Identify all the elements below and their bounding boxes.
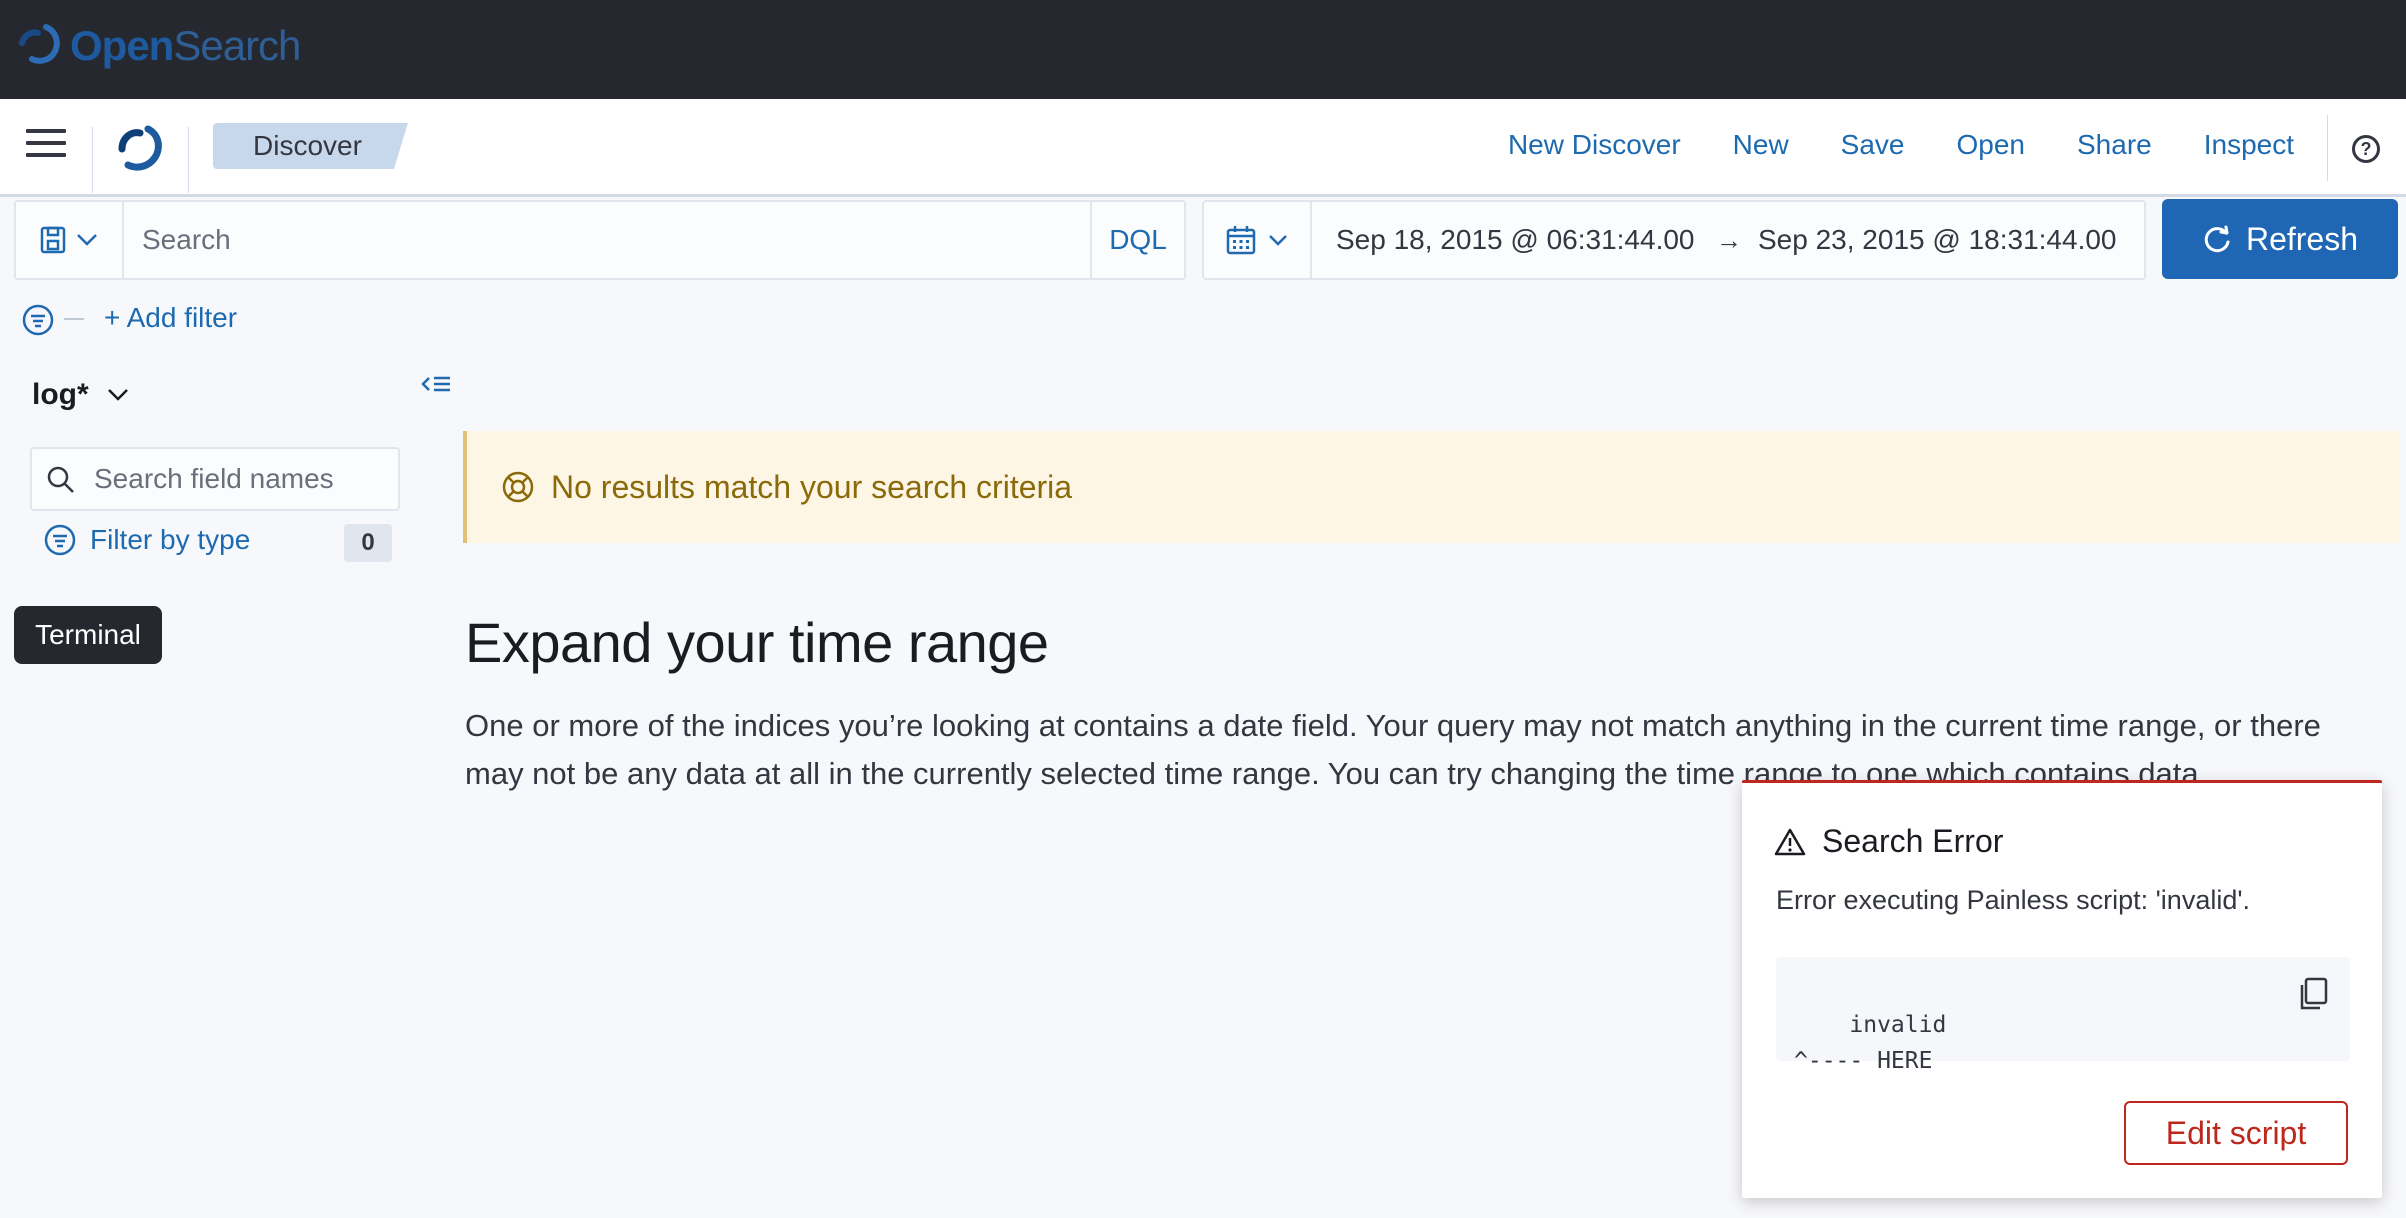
app-header: Discover New Discover New Save Open Shar…: [0, 99, 2406, 197]
filter-count-badge: 0: [344, 524, 392, 562]
expand-time-range-heading: Expand your time range: [465, 611, 1049, 674]
copy-icon[interactable]: [2298, 977, 2328, 1011]
chevron-down-icon: [107, 389, 128, 401]
no-results-callout: No results match your search criteria: [463, 431, 2399, 543]
index-pattern-select[interactable]: log*: [32, 378, 129, 412]
header-actions: New Discover New Save Open Share Inspect: [1508, 129, 2294, 161]
header-divider: [92, 127, 93, 193]
query-bar: DQL: [14, 200, 1186, 280]
end-date[interactable]: Sep 23, 2015 @ 18:31:44.00: [1758, 202, 2117, 278]
calendar-icon: [1226, 226, 1256, 255]
opensearch-app-icon[interactable]: [114, 123, 166, 175]
start-date[interactable]: Sep 18, 2015 @ 06:31:44.00: [1336, 202, 1695, 278]
toast-header: Search Error: [1774, 823, 2003, 860]
filter-divider: [64, 318, 84, 320]
header-divider: [2327, 115, 2328, 181]
save-icon: [40, 226, 66, 254]
header-divider: [188, 127, 189, 193]
share-link[interactable]: Share: [2077, 129, 2152, 161]
saved-queries-button[interactable]: [16, 202, 124, 278]
opensearch-logo[interactable]: OpenSearch: [16, 22, 301, 70]
brand-name-primary: Open: [70, 22, 174, 69]
warning-icon: [1774, 828, 1806, 855]
menu-icon[interactable]: [26, 129, 66, 165]
chevron-down-icon: [77, 234, 97, 246]
refresh-button[interactable]: Refresh: [2162, 199, 2398, 279]
arrow-right-icon: →: [1716, 225, 1742, 255]
help-lifebuoy-icon: [502, 471, 534, 503]
brand-name-secondary: Search: [173, 22, 301, 69]
callout-title: No results match your search criteria: [551, 468, 1073, 505]
error-code-text: invalid ^---- HERE: [1794, 1012, 1947, 1074]
terminal-tooltip: Terminal: [14, 606, 162, 664]
open-link[interactable]: Open: [1957, 129, 2026, 161]
field-search-input[interactable]: [94, 449, 394, 509]
query-language-button[interactable]: DQL: [1090, 202, 1184, 278]
search-input[interactable]: [126, 202, 1106, 278]
filter-by-type-label: Filter by type: [90, 524, 251, 555]
quick-select-button[interactable]: [1204, 202, 1312, 278]
new-link[interactable]: New: [1733, 129, 1789, 161]
filter-by-type-button[interactable]: Filter by type: [44, 524, 250, 556]
search-error-toast: Search Error Error executing Painless sc…: [1742, 780, 2382, 1198]
chevron-down-icon: [1269, 235, 1287, 246]
help-icon[interactable]: ?: [2352, 135, 2380, 163]
new-discover-link[interactable]: New Discover: [1508, 129, 1681, 161]
save-link[interactable]: Save: [1841, 129, 1905, 161]
search-icon: [47, 466, 74, 493]
refresh-label: Refresh: [2245, 220, 2359, 257]
index-pattern-label: log*: [32, 378, 89, 411]
top-brand-bar: OpenSearch: [0, 0, 2406, 99]
collapse-sidebar-icon[interactable]: [420, 372, 452, 400]
date-picker: Sep 18, 2015 @ 06:31:44.00 → Sep 23, 201…: [1202, 200, 2146, 280]
toast-title: Search Error: [1822, 823, 2004, 859]
opensearch-mark-icon: [19, 24, 60, 64]
filter-icon[interactable]: [22, 304, 54, 336]
filter-icon: [44, 524, 76, 556]
inspect-link[interactable]: Inspect: [2204, 129, 2294, 161]
field-search: [30, 447, 400, 511]
error-code-block: invalid ^---- HERE: [1776, 957, 2350, 1074]
toast-message: Error executing Painless script: 'invali…: [1776, 885, 2251, 915]
breadcrumb[interactable]: Discover: [213, 123, 408, 169]
edit-script-button[interactable]: Edit script: [2124, 1101, 2348, 1165]
add-filter-button[interactable]: + Add filter: [104, 302, 237, 334]
refresh-icon: [2204, 225, 2230, 253]
